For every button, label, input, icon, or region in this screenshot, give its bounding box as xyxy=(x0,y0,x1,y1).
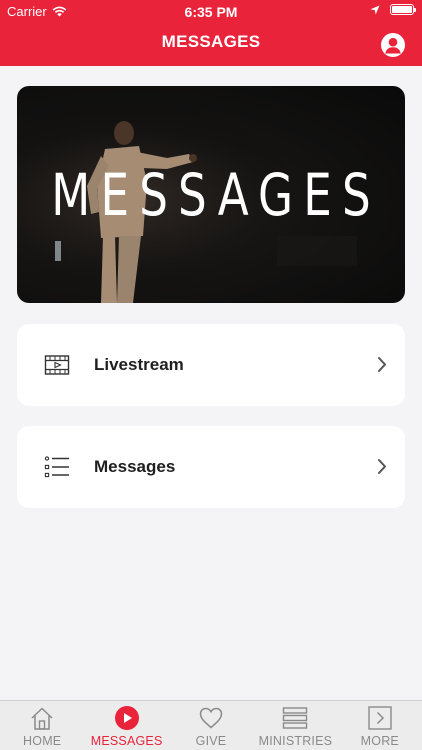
tab-messages-label: MESSAGES xyxy=(90,734,163,748)
list-icon xyxy=(44,456,69,478)
status-time: 6:35 PM xyxy=(184,4,238,20)
messages-card[interactable]: Messages xyxy=(17,426,405,508)
hero-banner[interactable]: MESSAGES xyxy=(17,86,405,303)
play-icon xyxy=(114,706,139,730)
more-icon xyxy=(368,706,392,730)
app-header: Carrier 6:35 PM MESSAGES xyxy=(0,0,422,66)
profile-button[interactable] xyxy=(381,33,405,57)
battery-icon xyxy=(390,4,416,15)
page-title: MESSAGES xyxy=(161,32,261,51)
tab-more[interactable]: MORE xyxy=(338,701,422,750)
status-bar: Carrier 6:35 PM xyxy=(0,0,422,22)
status-indicators xyxy=(370,4,416,15)
location-arrow-icon xyxy=(370,5,380,14)
tab-more-label: MORE xyxy=(360,734,399,748)
tab-give[interactable]: GIVE xyxy=(169,701,253,750)
tab-ministries[interactable]: MINISTRIES xyxy=(253,701,337,750)
video-icon xyxy=(44,355,70,375)
hero-title: MESSAGES xyxy=(51,160,381,229)
tab-home[interactable]: HOME xyxy=(0,701,84,750)
profile-icon xyxy=(385,37,401,54)
bars-icon xyxy=(283,707,308,729)
tab-bar: HOME MESSAGES GIVE MINISTRIES MORE xyxy=(0,700,422,750)
messages-label: Messages xyxy=(94,457,176,476)
tab-ministries-label: MINISTRIES xyxy=(258,734,333,748)
tab-give-label: GIVE xyxy=(195,734,227,748)
chevron-right-icon xyxy=(378,459,386,474)
tab-home-label: HOME xyxy=(23,734,62,748)
livestream-card[interactable]: Livestream xyxy=(17,324,405,406)
heart-icon xyxy=(199,707,223,729)
livestream-label: Livestream xyxy=(94,355,184,374)
tab-messages[interactable]: MESSAGES xyxy=(84,701,168,750)
chevron-right-icon xyxy=(378,357,386,372)
home-icon xyxy=(31,707,53,730)
